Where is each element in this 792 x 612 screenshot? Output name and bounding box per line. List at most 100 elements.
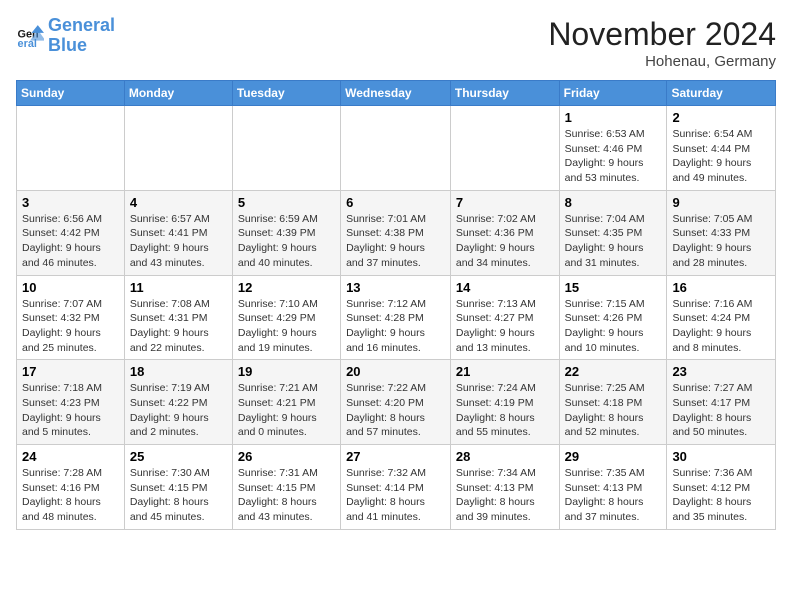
day-number: 9 <box>672 195 770 210</box>
day-info: Sunrise: 7:21 AMSunset: 4:21 PMDaylight:… <box>238 381 335 440</box>
day-number: 16 <box>672 280 770 295</box>
day-info: Sunrise: 7:19 AMSunset: 4:22 PMDaylight:… <box>130 381 227 440</box>
header-wednesday: Wednesday <box>341 81 451 106</box>
logo: Gen eral General Blue <box>16 16 115 56</box>
calendar-cell: 21 Sunrise: 7:24 AMSunset: 4:19 PMDayligh… <box>450 360 559 445</box>
calendar-cell: 28Sunrise: 7:34 AMSunset: 4:13 PMDayligh… <box>450 445 559 530</box>
day-number: 21 <box>456 364 554 379</box>
day-info: Sunrise: 6:59 AMSunset: 4:39 PMDaylight:… <box>238 212 335 271</box>
header: Gen eral General Blue November 2024 Hohe… <box>16 16 776 70</box>
calendar-cell: 15 Sunrise: 7:15 AMSunset: 4:26 PMDayligh… <box>559 275 667 360</box>
calendar-cell: 25Sunrise: 7:30 AMSunset: 4:15 PMDayligh… <box>124 445 232 530</box>
day-number: 17 <box>22 364 119 379</box>
calendar-cell: 30 Sunrise: 7:36 AMSunset: 4:12 PMDayligh… <box>667 445 776 530</box>
day-info: Sunrise: 7:18 AMSunset: 4:23 PMDaylight:… <box>22 381 119 440</box>
day-info: Sunrise: 6:56 AMSunset: 4:42 PMDaylight:… <box>22 212 119 271</box>
day-info: Sunrise: 7:36 AMSunset: 4:12 PMDaylight:… <box>672 466 770 525</box>
header-thursday: Thursday <box>450 81 559 106</box>
day-number: 11 <box>130 280 227 295</box>
month-title: November 2024 <box>548 16 776 53</box>
calendar-cell: 3 Sunrise: 6:56 AMSunset: 4:42 PMDaylight… <box>17 190 125 275</box>
day-info: Sunrise: 7:34 AMSunset: 4:13 PMDaylight:… <box>456 466 554 525</box>
calendar-cell: 27 Sunrise: 7:32 AMSunset: 4:14 PMDayligh… <box>341 445 451 530</box>
day-number: 20 <box>346 364 445 379</box>
calendar-cell: 12 Sunrise: 7:10 AMSunset: 4:29 PMDayligh… <box>232 275 340 360</box>
day-number: 27 <box>346 449 445 464</box>
calendar-cell: 6Sunrise: 7:01 AMSunset: 4:38 PMDaylight… <box>341 190 451 275</box>
logo-icon: Gen eral <box>16 22 44 50</box>
calendar-cell: 8 Sunrise: 7:04 AMSunset: 4:35 PMDaylight… <box>559 190 667 275</box>
day-number: 7 <box>456 195 554 210</box>
calendar-cell: 24 Sunrise: 7:28 AMSunset: 4:16 PMDayligh… <box>17 445 125 530</box>
day-number: 13 <box>346 280 445 295</box>
day-number: 2 <box>672 110 770 125</box>
calendar-cell: 18 Sunrise: 7:19 AMSunset: 4:22 PMDayligh… <box>124 360 232 445</box>
week-row-4: 24 Sunrise: 7:28 AMSunset: 4:16 PMDayligh… <box>17 445 776 530</box>
day-number: 25 <box>130 449 227 464</box>
day-info: Sunrise: 7:12 AMSunset: 4:28 PMDaylight:… <box>346 297 445 356</box>
header-friday: Friday <box>559 81 667 106</box>
day-info: Sunrise: 7:25 AMSunset: 4:18 PMDaylight:… <box>565 381 662 440</box>
day-info: Sunrise: 6:54 AMSunset: 4:44 PMDaylight:… <box>672 127 770 186</box>
day-info: Sunrise: 6:57 AMSunset: 4:41 PMDaylight:… <box>130 212 227 271</box>
day-info: Sunrise: 7:32 AMSunset: 4:14 PMDaylight:… <box>346 466 445 525</box>
day-number: 22 <box>565 364 662 379</box>
day-number: 10 <box>22 280 119 295</box>
calendar-cell: 26Sunrise: 7:31 AMSunset: 4:15 PMDayligh… <box>232 445 340 530</box>
calendar-cell: 13 Sunrise: 7:12 AMSunset: 4:28 PMDayligh… <box>341 275 451 360</box>
calendar-cell: 29 Sunrise: 7:35 AMSunset: 4:13 PMDayligh… <box>559 445 667 530</box>
day-number: 12 <box>238 280 335 295</box>
day-number: 5 <box>238 195 335 210</box>
header-monday: Monday <box>124 81 232 106</box>
calendar-cell <box>17 106 125 191</box>
day-info: Sunrise: 7:28 AMSunset: 4:16 PMDaylight:… <box>22 466 119 525</box>
day-number: 15 <box>565 280 662 295</box>
calendar-cell: 7 Sunrise: 7:02 AMSunset: 4:36 PMDaylight… <box>450 190 559 275</box>
calendar-cell: 10Sunrise: 7:07 AMSunset: 4:32 PMDayligh… <box>17 275 125 360</box>
day-number: 14 <box>456 280 554 295</box>
day-info: Sunrise: 7:10 AMSunset: 4:29 PMDaylight:… <box>238 297 335 356</box>
calendar-cell: 4 Sunrise: 6:57 AMSunset: 4:41 PMDaylight… <box>124 190 232 275</box>
header-tuesday: Tuesday <box>232 81 340 106</box>
logo-text: General Blue <box>48 16 115 56</box>
location-title: Hohenau, Germany <box>548 53 776 70</box>
calendar-header-row: SundayMondayTuesdayWednesdayThursdayFrid… <box>17 81 776 106</box>
calendar-cell <box>341 106 451 191</box>
day-number: 29 <box>565 449 662 464</box>
day-number: 3 <box>22 195 119 210</box>
week-row-1: 3 Sunrise: 6:56 AMSunset: 4:42 PMDaylight… <box>17 190 776 275</box>
day-number: 30 <box>672 449 770 464</box>
day-info: Sunrise: 7:04 AMSunset: 4:35 PMDaylight:… <box>565 212 662 271</box>
header-saturday: Saturday <box>667 81 776 106</box>
day-number: 24 <box>22 449 119 464</box>
day-info: Sunrise: 7:24 AMSunset: 4:19 PMDaylight:… <box>456 381 554 440</box>
calendar-cell: 5 Sunrise: 6:59 AMSunset: 4:39 PMDaylight… <box>232 190 340 275</box>
calendar-cell: 20 Sunrise: 7:22 AMSunset: 4:20 PMDayligh… <box>341 360 451 445</box>
calendar-cell <box>450 106 559 191</box>
day-number: 1 <box>565 110 662 125</box>
calendar-cell: 17 Sunrise: 7:18 AMSunset: 4:23 PMDayligh… <box>17 360 125 445</box>
day-info: Sunrise: 7:01 AMSunset: 4:38 PMDaylight:… <box>346 212 445 271</box>
day-info: Sunrise: 7:22 AMSunset: 4:20 PMDaylight:… <box>346 381 445 440</box>
week-row-3: 17 Sunrise: 7:18 AMSunset: 4:23 PMDayligh… <box>17 360 776 445</box>
day-number: 4 <box>130 195 227 210</box>
day-number: 18 <box>130 364 227 379</box>
week-row-0: 1 Sunrise: 6:53 AMSunset: 4:46 PMDaylight… <box>17 106 776 191</box>
day-info: Sunrise: 7:35 AMSunset: 4:13 PMDaylight:… <box>565 466 662 525</box>
calendar-cell <box>124 106 232 191</box>
calendar-cell: 23Sunrise: 7:27 AMSunset: 4:17 PMDayligh… <box>667 360 776 445</box>
day-info: Sunrise: 6:53 AMSunset: 4:46 PMDaylight:… <box>565 127 662 186</box>
calendar-cell: 19 Sunrise: 7:21 AMSunset: 4:21 PMDayligh… <box>232 360 340 445</box>
calendar-cell: 1 Sunrise: 6:53 AMSunset: 4:46 PMDaylight… <box>559 106 667 191</box>
day-number: 19 <box>238 364 335 379</box>
calendar-cell <box>232 106 340 191</box>
day-number: 8 <box>565 195 662 210</box>
day-info: Sunrise: 7:02 AMSunset: 4:36 PMDaylight:… <box>456 212 554 271</box>
calendar-cell: 16Sunrise: 7:16 AMSunset: 4:24 PMDayligh… <box>667 275 776 360</box>
calendar-cell: 22 Sunrise: 7:25 AMSunset: 4:18 PMDayligh… <box>559 360 667 445</box>
title-area: November 2024 Hohenau, Germany <box>548 16 776 70</box>
header-sunday: Sunday <box>17 81 125 106</box>
calendar-cell: 2 Sunrise: 6:54 AMSunset: 4:44 PMDaylight… <box>667 106 776 191</box>
day-info: Sunrise: 7:15 AMSunset: 4:26 PMDaylight:… <box>565 297 662 356</box>
calendar-cell: 11Sunrise: 7:08 AMSunset: 4:31 PMDayligh… <box>124 275 232 360</box>
